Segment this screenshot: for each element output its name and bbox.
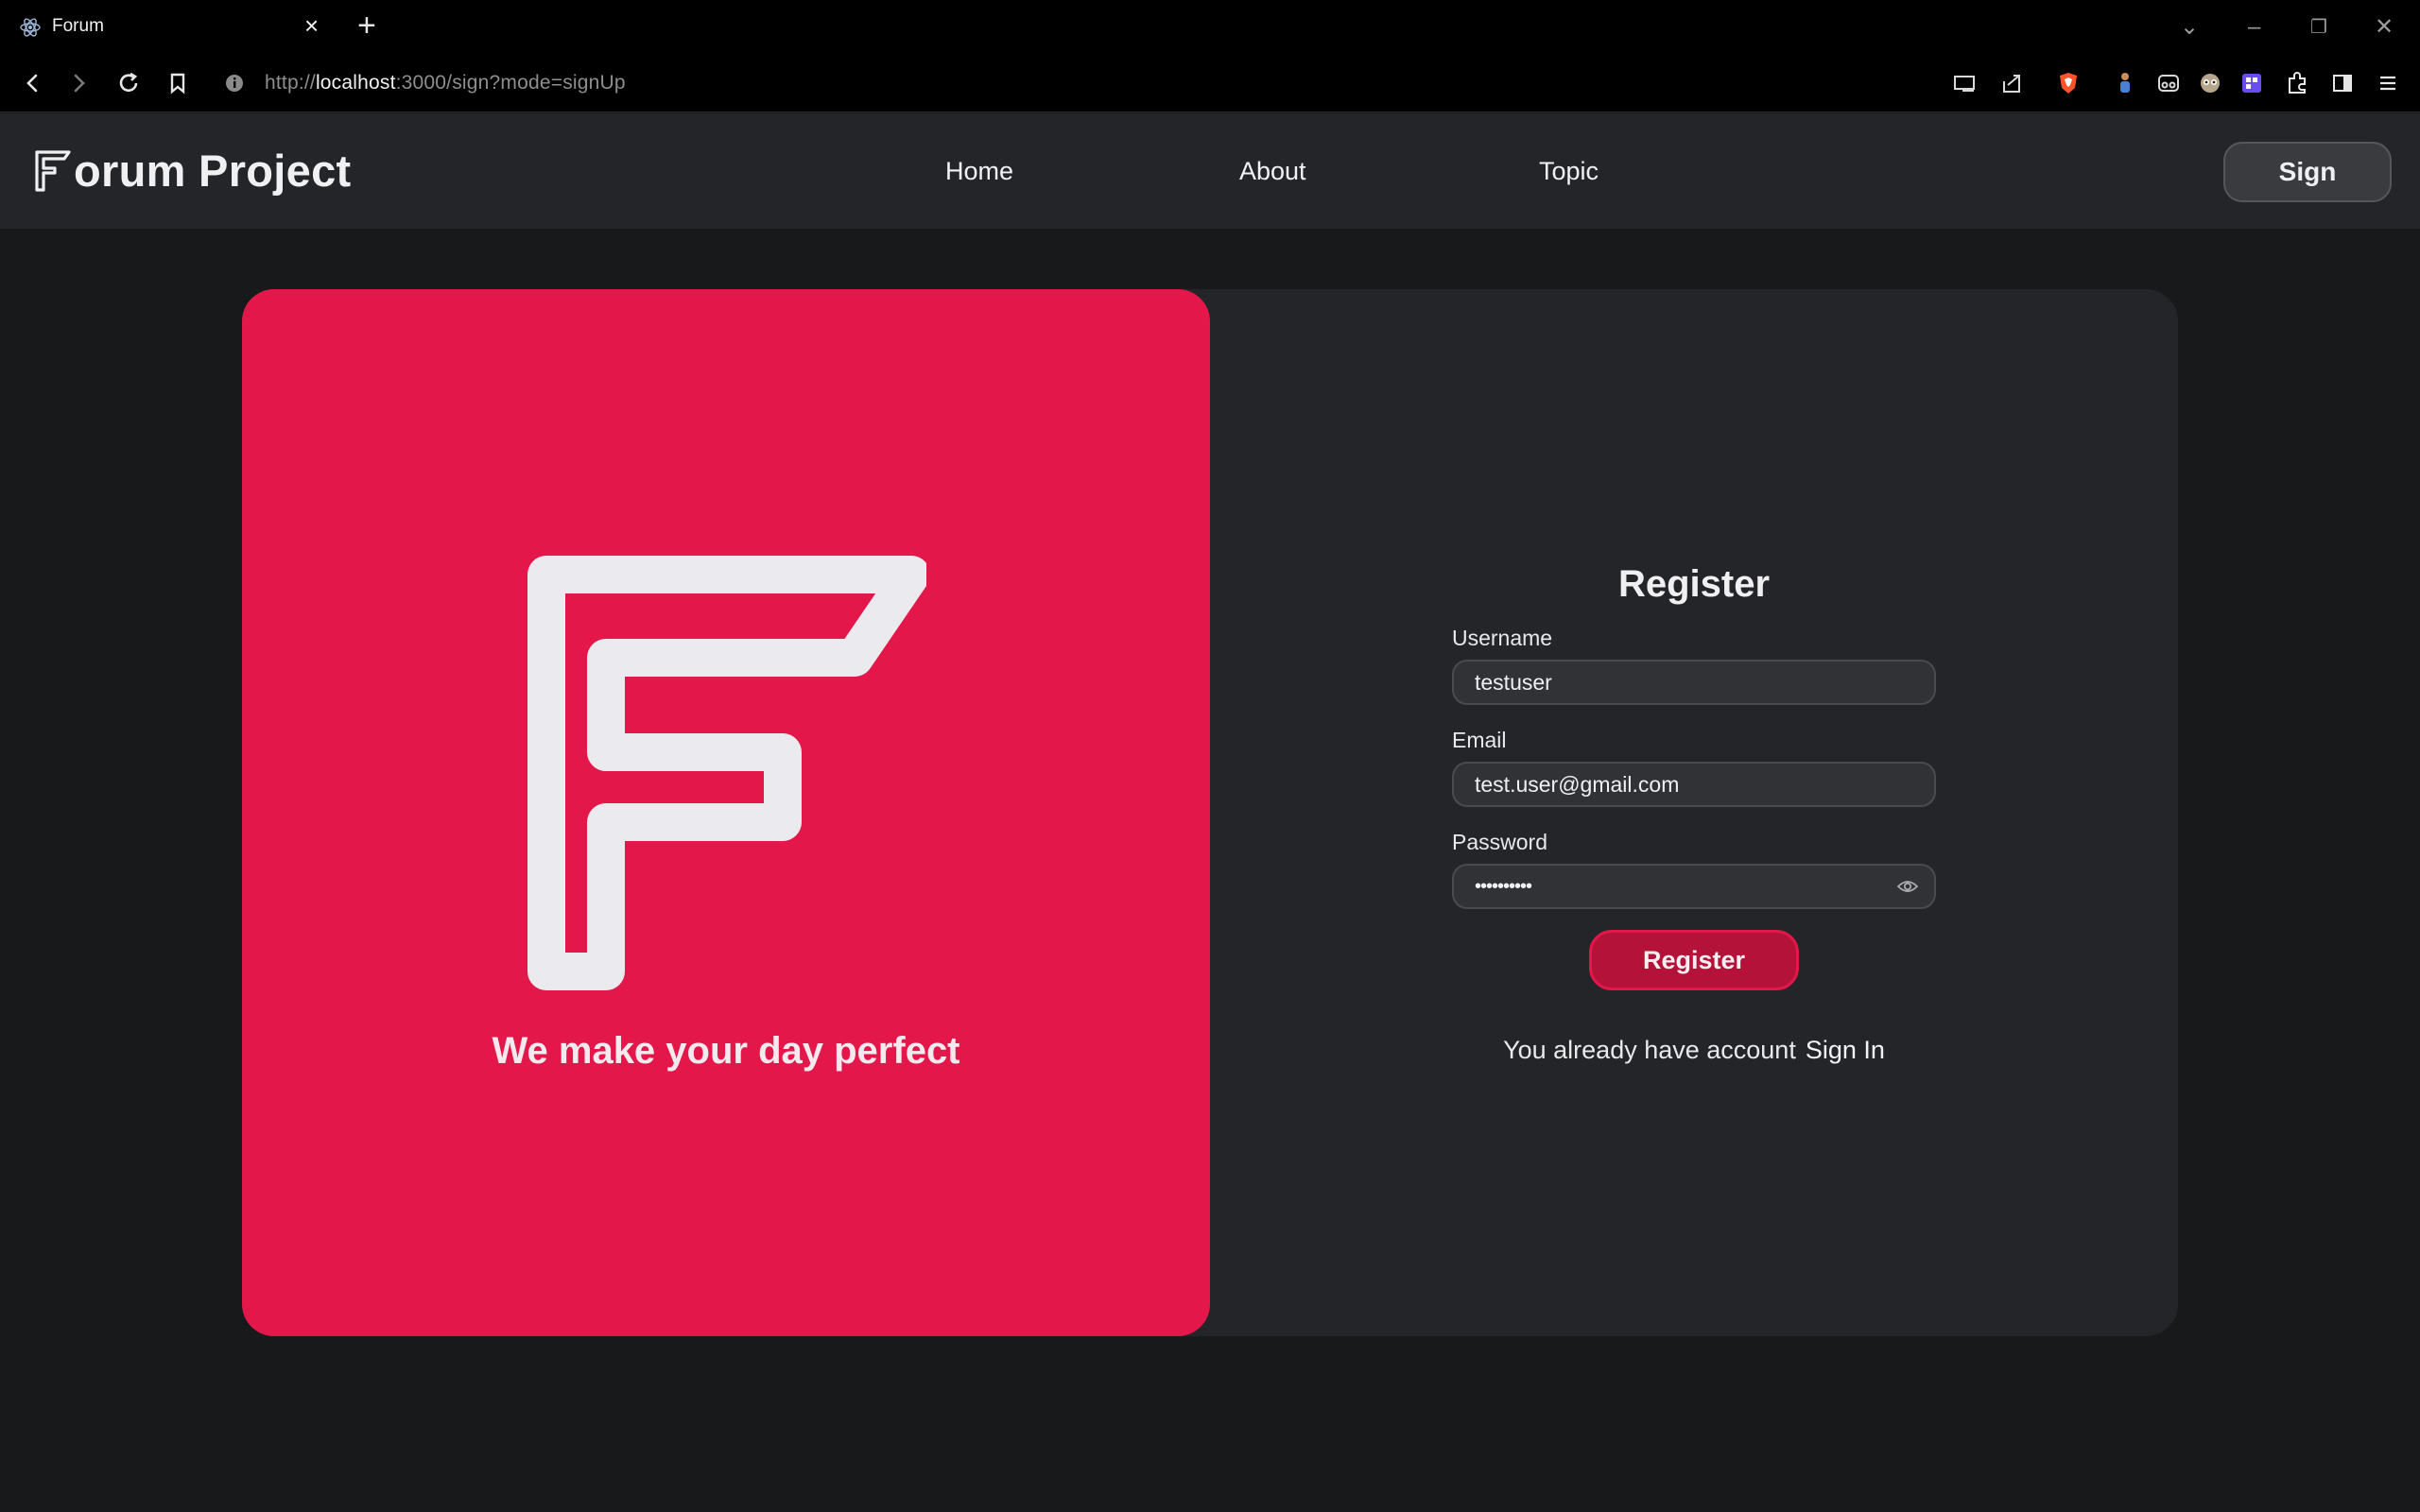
nav-about[interactable]: About bbox=[1239, 157, 1306, 186]
email-value: test.user@gmail.com bbox=[1475, 771, 1680, 797]
brand-name: orum Project bbox=[74, 145, 352, 196]
forum-logo-large-icon bbox=[527, 556, 926, 990]
close-tab-icon[interactable]: × bbox=[304, 13, 319, 38]
tagline: We make your day perfect bbox=[492, 1030, 960, 1072]
back-icon[interactable] bbox=[17, 68, 47, 98]
extension-owl-icon[interactable] bbox=[2195, 68, 2225, 98]
sign-in-link[interactable]: Sign In bbox=[1806, 1036, 1885, 1064]
password-input[interactable]: •••••••••• bbox=[1452, 864, 1936, 909]
sign-button[interactable]: Sign bbox=[2223, 142, 2392, 202]
share-icon[interactable] bbox=[1996, 68, 2027, 98]
sidebar-icon[interactable] bbox=[2327, 68, 2358, 98]
browser-tab-bar: Forum × + ⌄ – ❐ ✕ bbox=[0, 0, 2420, 54]
nav-home[interactable]: Home bbox=[945, 157, 1013, 186]
tab-search-icon[interactable]: ⌄ bbox=[2180, 11, 2199, 43]
password-value: •••••••••• bbox=[1475, 875, 1532, 897]
menu-icon[interactable] bbox=[2373, 68, 2403, 98]
minimize-icon[interactable]: – bbox=[2248, 11, 2260, 43]
extension-grid-icon[interactable] bbox=[2237, 68, 2267, 98]
forward-icon[interactable] bbox=[64, 68, 95, 98]
username-label: Username bbox=[1452, 626, 1553, 650]
tab-title: Forum bbox=[52, 16, 104, 36]
form-title: Register bbox=[1617, 563, 1771, 605]
url-path: :3000/sign?mode=signUp bbox=[395, 72, 626, 94]
address-bar[interactable]: http://localhost:3000/sign?mode=signUp bbox=[265, 72, 626, 94]
browser-tab[interactable]: Forum × bbox=[0, 0, 342, 54]
url-scheme: http:// bbox=[265, 72, 316, 94]
url-host: localhost bbox=[315, 72, 396, 94]
sign-in-prompt: You already have account Sign In bbox=[1452, 1036, 1936, 1065]
reload-icon[interactable] bbox=[113, 68, 144, 98]
username-value: testuser bbox=[1475, 669, 1552, 695]
eye-icon[interactable] bbox=[1896, 877, 1919, 896]
email-label: Email bbox=[1452, 728, 1507, 752]
brand-logo-link[interactable]: orum Project bbox=[34, 142, 352, 198]
extensions-puzzle-icon[interactable] bbox=[2282, 68, 2312, 98]
site-info-icon[interactable] bbox=[219, 68, 250, 98]
email-input[interactable]: test.user@gmail.com bbox=[1452, 762, 1936, 807]
switch-text: You already have account bbox=[1503, 1036, 1796, 1064]
react-icon bbox=[20, 18, 41, 37]
register-button[interactable]: Register bbox=[1589, 930, 1799, 990]
extension-reader-icon[interactable] bbox=[2153, 68, 2184, 98]
brave-shield-icon[interactable] bbox=[2053, 68, 2083, 98]
new-tab-button[interactable]: + bbox=[357, 9, 376, 42]
cast-icon[interactable] bbox=[1949, 68, 1979, 98]
close-window-icon[interactable]: ✕ bbox=[2375, 11, 2394, 43]
nav-topic[interactable]: Topic bbox=[1539, 157, 1599, 186]
password-label: Password bbox=[1452, 830, 1547, 854]
extension-figure-icon[interactable] bbox=[2110, 68, 2140, 98]
restore-icon[interactable]: ❐ bbox=[2310, 11, 2327, 43]
app-header bbox=[0, 113, 2420, 229]
forum-logo-icon bbox=[35, 150, 71, 192]
username-input[interactable]: testuser bbox=[1452, 660, 1936, 705]
bookmark-icon[interactable] bbox=[163, 68, 193, 98]
